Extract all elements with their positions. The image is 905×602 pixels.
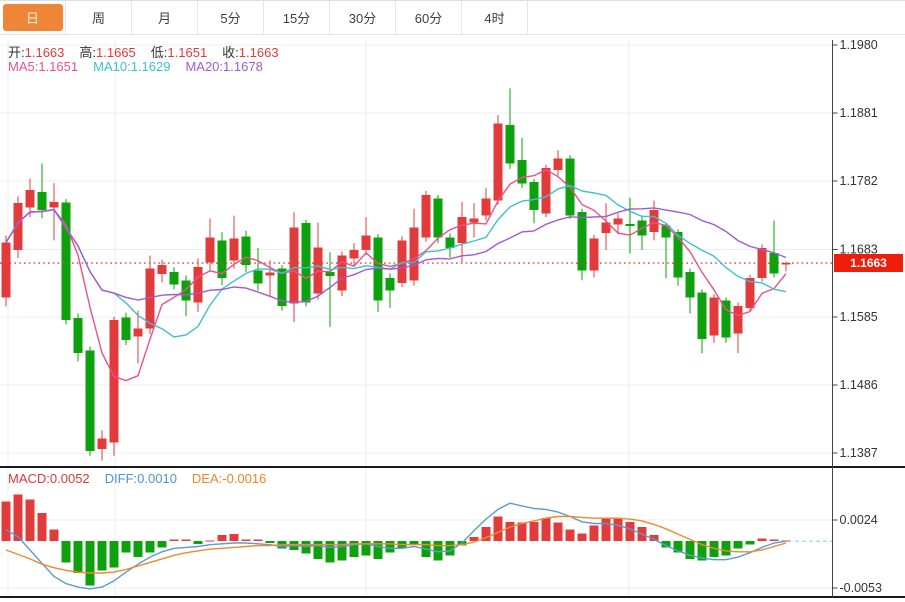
macd-readout: MACD:0.0052 DIFF:0.0010 DEA:-0.0016 xyxy=(8,471,281,486)
indicator-label: MA10: xyxy=(93,59,131,74)
tab-60分[interactable]: 60分 xyxy=(396,1,462,34)
indicator-label: MACD: xyxy=(8,471,50,486)
ma10-line xyxy=(6,186,786,337)
svg-text:1.1585: 1.1585 xyxy=(840,310,878,324)
svg-text:1.1881: 1.1881 xyxy=(840,106,878,120)
tab-label: 周 xyxy=(66,1,131,34)
indicator-value: 1.1651 xyxy=(167,45,207,60)
indicator-label: DEA: xyxy=(192,471,222,486)
ma20-line xyxy=(6,208,786,302)
tab-label: 30分 xyxy=(330,1,395,34)
indicator-value: 1.1678 xyxy=(223,59,263,74)
indicator-value: 0.0010 xyxy=(137,471,177,486)
indicator-label: DIFF: xyxy=(105,471,138,486)
ma5-line xyxy=(6,170,786,381)
ma-readout: MA5:1.1651 MA10:1.1629 MA20:1.1678 xyxy=(8,59,278,74)
macd-histogram xyxy=(2,494,791,585)
svg-text:1.1782: 1.1782 xyxy=(840,174,878,188)
tab-label: 60分 xyxy=(396,1,461,34)
candlesticks xyxy=(2,88,791,460)
svg-text:1.1387: 1.1387 xyxy=(840,446,878,460)
chart-canvas[interactable]: 1.19801.18811.17821.16831.15851.14861.13… xyxy=(0,0,905,602)
indicator-label: 高: xyxy=(79,45,96,60)
indicator-label: MA5: xyxy=(8,59,38,74)
timeframe-tabbar: 日周月5分15分30分60分4时 xyxy=(0,0,905,35)
indicator-item: MACD:0.0052 xyxy=(8,471,90,486)
indicator-item: 高:1.1665 xyxy=(79,45,135,60)
indicator-item: DIFF:0.0010 xyxy=(105,471,177,486)
tab-label: 日 xyxy=(3,4,63,31)
indicator-value: -0.0016 xyxy=(222,471,266,486)
indicator-value: 0.0052 xyxy=(50,471,90,486)
axis-frame xyxy=(0,40,905,597)
indicator-value: 1.1651 xyxy=(38,59,78,74)
indicator-value: 1.1629 xyxy=(131,59,171,74)
indicator-item: MA5:1.1651 xyxy=(8,59,78,74)
indicator-label: 开: xyxy=(8,45,25,60)
tab-30分[interactable]: 30分 xyxy=(330,1,396,34)
indicator-label: MA20: xyxy=(185,59,223,74)
indicator-item: 开:1.1663 xyxy=(8,45,64,60)
tab-日[interactable]: 日 xyxy=(0,1,66,34)
svg-text:1.1980: 1.1980 xyxy=(840,38,878,52)
indicator-label: 收: xyxy=(222,45,239,60)
indicator-item: MA10:1.1629 xyxy=(93,59,170,74)
svg-text:1.1486: 1.1486 xyxy=(840,378,878,392)
tab-4时[interactable]: 4时 xyxy=(462,1,528,34)
tab-5分[interactable]: 5分 xyxy=(198,1,264,34)
svg-text:0.0024: 0.0024 xyxy=(840,513,878,527)
tab-月[interactable]: 月 xyxy=(132,1,198,34)
indicator-value: 1.1663 xyxy=(25,45,65,60)
indicator-item: DEA:-0.0016 xyxy=(192,471,266,486)
tab-label: 月 xyxy=(132,1,197,34)
ma-lines xyxy=(6,170,786,381)
tab-label: 5分 xyxy=(198,1,263,34)
tab-15分[interactable]: 15分 xyxy=(264,1,330,34)
axis-labels: 1.19801.18811.17821.16831.15851.14861.13… xyxy=(833,38,882,595)
tab-label: 15分 xyxy=(264,1,329,34)
svg-text:-0.0053: -0.0053 xyxy=(840,581,882,595)
indicator-value: 1.1663 xyxy=(239,45,279,60)
indicator-item: MA20:1.1678 xyxy=(185,59,262,74)
tab-周[interactable]: 周 xyxy=(66,1,132,34)
tab-label: 4时 xyxy=(462,1,527,34)
indicator-item: 收:1.1663 xyxy=(222,45,278,60)
indicator-item: 低:1.1651 xyxy=(151,45,207,60)
trading-chart-app: 日周月5分15分30分60分4时 1.19801.18811.17821.168… xyxy=(0,0,905,602)
indicator-value: 1.1665 xyxy=(96,45,136,60)
indicator-label: 低: xyxy=(151,45,168,60)
current-price-tag: 1.1663 xyxy=(834,254,903,272)
